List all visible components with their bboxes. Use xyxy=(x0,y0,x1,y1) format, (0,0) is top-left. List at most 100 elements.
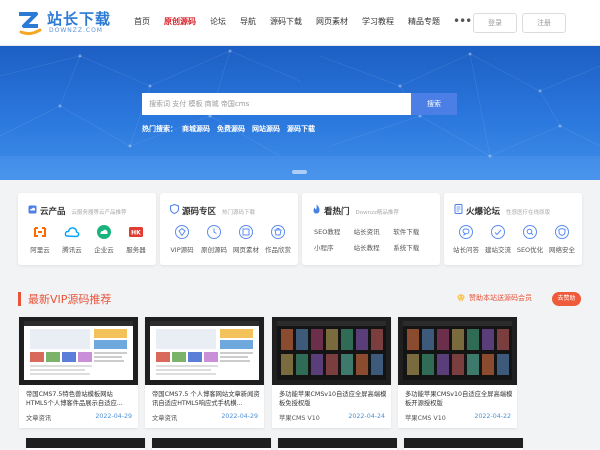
card-link[interactable]: HK 服务器 xyxy=(121,224,151,254)
vip-icon xyxy=(174,224,190,240)
card-title[interactable]: 多功能苹果CMSv10自适应全屏高端模板免授权版 xyxy=(279,390,387,408)
enterprise-cloud-icon xyxy=(96,224,112,240)
card-icon-grid: 阿里云 腾讯云 企业云 HK 服务器 xyxy=(24,224,152,254)
thumbnail[interactable] xyxy=(19,317,138,385)
login-button[interactable]: 登录 xyxy=(473,13,517,33)
source-code-card[interactable]: 帝国CMS7.5 个人博客网站文章新闻资讯自适应HTML5响应式手机横... 文章… xyxy=(145,317,264,428)
card-title[interactable]: 火爆论坛 xyxy=(466,205,500,217)
card-header: 云产品 云服务器等云产品推荐 xyxy=(28,204,127,217)
card-link-label: 腾讯云 xyxy=(62,246,82,254)
card-link[interactable]: 原创源码 xyxy=(199,224,229,254)
source-code-card[interactable]: 多功能苹果CMSv10自适应全屏高端模板开源授权版 苹果CMS V10 2022-0… xyxy=(398,317,517,428)
nav-item-0[interactable]: 首页 xyxy=(127,0,157,46)
section-title: 最新VIP源码推荐 xyxy=(28,293,112,306)
source-code-card[interactable]: 多功能苹果CMSv10自适应全屏高端模板免授权版 苹果CMS V10 2022-04… xyxy=(272,317,391,428)
list-item[interactable] xyxy=(404,438,523,450)
hero-banner: 搜索 热门搜索： 商城源码免费源码网站源码源码下载 xyxy=(0,46,600,180)
card-link[interactable]: 建站交流 xyxy=(483,224,513,254)
shield-icon xyxy=(170,203,179,216)
server-icon: HK xyxy=(128,224,144,240)
card-text-link[interactable]: 软件下载 xyxy=(393,224,433,240)
card-link[interactable]: SEO优化 xyxy=(515,224,545,254)
hot-search-link[interactable]: 免费源码 xyxy=(217,124,245,134)
card-title[interactable]: 帝国CMS7.5特色兽站模板网站HTML5个人博客件品展示自适应... xyxy=(26,390,134,408)
card-category[interactable]: 苹果CMS V10 xyxy=(405,413,446,422)
card-text-link[interactable]: 小程序 xyxy=(314,240,354,256)
original-icon xyxy=(206,224,222,240)
category-card: 看热门 Downzz精品推荐 SEO教程 站长资讯 软件下载小程序 站长教程 系统下载 xyxy=(302,193,440,265)
sponsor-button[interactable]: 去赞助 xyxy=(552,292,581,306)
nav-item-2[interactable]: 论坛 xyxy=(203,0,233,46)
search-input[interactable] xyxy=(142,93,411,115)
sponsor-link[interactable]: 赞助本站送源码会员 xyxy=(456,293,532,303)
card-title[interactable]: 云产品 xyxy=(40,205,66,217)
hot-search-link[interactable]: 商城源码 xyxy=(182,124,210,134)
thumbnail[interactable] xyxy=(145,317,264,385)
thumbnail[interactable] xyxy=(398,317,517,385)
works-icon xyxy=(270,224,286,240)
nav-item-6[interactable]: 学习教程 xyxy=(355,0,401,46)
qa-icon xyxy=(458,224,474,240)
sponsor-text: 赞助本站送源码会员 xyxy=(469,294,532,302)
card-link[interactable]: 作品欣赏 xyxy=(263,224,293,254)
search-button[interactable]: 搜索 xyxy=(411,93,457,115)
card-subtitle: Downzz精品推荐 xyxy=(355,210,399,216)
hot-search-label: 热门搜索： xyxy=(142,125,177,133)
list-item[interactable] xyxy=(278,438,397,450)
card-link[interactable]: 网页素材 xyxy=(231,224,261,254)
card-link[interactable]: VIP源码 xyxy=(167,224,197,254)
card-link-label: SEO优化 xyxy=(516,246,544,254)
logo-domain: DOWNZZ.COM xyxy=(49,27,103,34)
list-item[interactable] xyxy=(152,438,271,450)
card-category[interactable]: 文章资讯 xyxy=(26,413,51,422)
card-category[interactable]: 文章资讯 xyxy=(152,413,177,422)
card-subtitle: 性感医疗在线原版 xyxy=(506,210,551,216)
card-title[interactable]: 源码专区 xyxy=(182,205,216,217)
card-link-label: 网络安全 xyxy=(549,246,575,254)
thumbnail xyxy=(404,438,523,448)
nav-item-4[interactable]: 源码下载 xyxy=(263,0,309,46)
category-card: 源码专区 热门源码下载 VIP源码 原创源码 网页素材 作品欣赏 xyxy=(160,193,298,265)
nav-item-5[interactable]: 网页素材 xyxy=(309,0,355,46)
list-item[interactable] xyxy=(26,438,145,450)
nav-item-3[interactable]: 导航 xyxy=(233,0,263,46)
nav-item-1[interactable]: 原创源码 xyxy=(157,0,203,46)
site-logo[interactable]: 站长下载 DOWNZZ.COM xyxy=(16,8,126,38)
card-title[interactable]: 帝国CMS7.5 个人博客网站文章新闻资讯自适应HTML5响应式手机横... xyxy=(152,390,260,408)
card-icon-grid: VIP源码 原创源码 网页素材 作品欣赏 xyxy=(166,224,294,254)
card-title[interactable]: 多功能苹果CMSv10自适应全屏高端模板开源授权版 xyxy=(405,390,513,408)
thumbnail[interactable] xyxy=(272,317,391,385)
source-code-card[interactable]: 帝国CMS7.5特色兽站模板网站HTML5个人博客件品展示自适应... 文章资讯 2… xyxy=(19,317,138,428)
card-link-label: 站长问答 xyxy=(453,246,479,254)
card-link[interactable]: 企业云 xyxy=(89,224,119,254)
thumbnail xyxy=(26,438,145,448)
category-card: 火爆论坛 性感医疗在线原版站长问答 建站交流 SEO优化 网络安全 xyxy=(444,193,582,265)
thumbnail-screen xyxy=(403,321,512,380)
carousel-indicator[interactable] xyxy=(292,170,307,174)
fire-icon xyxy=(312,204,321,216)
hot-search-link[interactable]: 网站源码 xyxy=(252,124,280,134)
hot-search-link[interactable]: 源码下载 xyxy=(287,124,315,134)
card-link[interactable]: 站长问答 xyxy=(451,224,481,254)
card-subtitle: 热门源码下载 xyxy=(222,210,256,216)
card-category[interactable]: 苹果CMS V10 xyxy=(279,413,320,422)
card-title[interactable]: 看热门 xyxy=(324,205,350,217)
nav-item-7[interactable]: 精品专题 xyxy=(401,0,447,46)
card-link[interactable]: 网络安全 xyxy=(547,224,577,254)
logo-text: 站长下载 xyxy=(47,10,112,28)
register-button[interactable]: 注册 xyxy=(522,13,566,33)
forum-icon xyxy=(454,204,463,216)
card-link[interactable]: 阿里云 xyxy=(25,224,55,254)
card-text-link[interactable]: 系统下载 xyxy=(393,240,433,256)
card-header: 源码专区 热门源码下载 xyxy=(170,203,256,217)
card-header: 看热门 Downzz精品推荐 xyxy=(312,204,399,217)
card-text-link[interactable]: 站长资讯 xyxy=(354,224,394,240)
card-text-link[interactable]: SEO教程 xyxy=(314,224,354,240)
thumbnail-screen xyxy=(277,321,386,380)
site-header: 站长下载 DOWNZZ.COM 首页 原创源码 论坛 导航 源码下载 网页素材 学习教程 精品… xyxy=(0,0,600,46)
cloud-icon xyxy=(28,204,37,216)
card-link[interactable]: 腾讯云 xyxy=(57,224,87,254)
aliyun-icon xyxy=(32,224,48,240)
card-text-link[interactable]: 站长教程 xyxy=(354,240,394,256)
card-link-label: 作品欣赏 xyxy=(265,246,291,254)
